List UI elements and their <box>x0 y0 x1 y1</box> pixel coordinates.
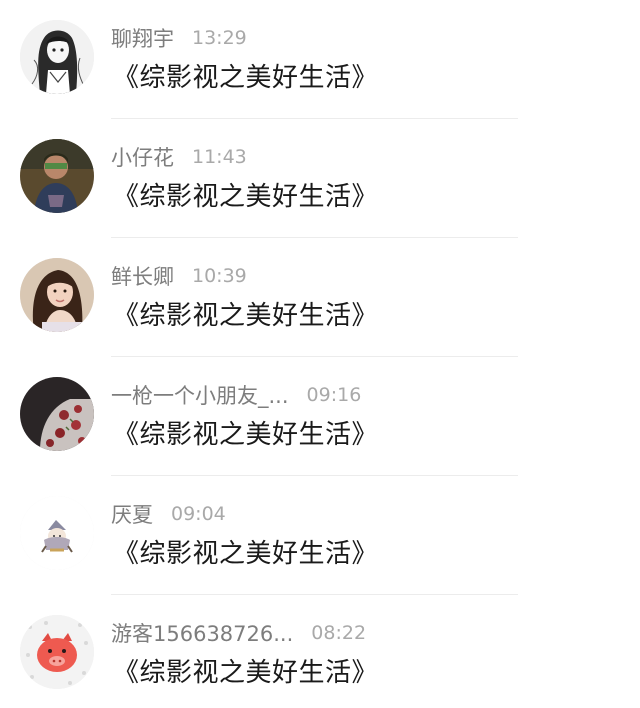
timestamp: 09:04 <box>171 503 226 525</box>
list-item[interactable]: 厌夏 09:04 《综影视之美好生活》 <box>0 476 640 595</box>
girl-portrait-icon <box>20 258 94 332</box>
item-header: 游客156638726... 08:22 <box>111 619 366 647</box>
timestamp: 09:16 <box>306 384 362 406</box>
timestamp: 10:39 <box>192 265 247 287</box>
item-header: 鲜长卿 10:39 <box>111 262 247 290</box>
avatar[interactable] <box>20 258 94 332</box>
avatar[interactable] <box>20 139 94 213</box>
anime-girl-avatar-icon <box>20 20 94 94</box>
list-item[interactable]: 游客156638726... 08:22 《综影视之美好生活》 <box>0 595 640 708</box>
cartoon-character-icon <box>20 496 94 570</box>
message-text: 《综影视之美好生活》 <box>113 182 379 212</box>
message-list: 聊翔宇 13:29 《综影视之美好生活》 小仔花 11:43 《综影视之美好生活… <box>0 0 640 708</box>
avatar[interactable] <box>20 377 94 451</box>
item-header: 一枪一个小朋友_... 09:16 <box>111 381 361 409</box>
timestamp: 08:22 <box>311 622 367 644</box>
message-text: 《综影视之美好生活》 <box>113 63 379 93</box>
timestamp: 13:29 <box>192 27 247 49</box>
item-header: 厌夏 09:04 <box>111 500 226 528</box>
floral-photo-icon <box>20 377 94 451</box>
message-text: 《综影视之美好生活》 <box>113 420 379 450</box>
list-item[interactable]: 一枪一个小朋友_... 09:16 《综影视之美好生活》 <box>0 357 640 476</box>
message-text: 《综影视之美好生活》 <box>113 658 379 688</box>
timestamp: 11:43 <box>192 146 247 168</box>
message-text: 《综影视之美好生活》 <box>113 539 379 569</box>
avatar[interactable] <box>20 496 94 570</box>
list-item[interactable]: 小仔花 11:43 《综影视之美好生活》 <box>0 119 640 238</box>
sender-name: 鲜长卿 <box>111 265 174 289</box>
pink-pig-icon <box>20 615 94 689</box>
avatar[interactable] <box>20 615 94 689</box>
list-item[interactable]: 聊翔宇 13:29 《综影视之美好生活》 <box>0 0 640 119</box>
sender-name: 厌夏 <box>111 503 153 527</box>
item-header: 聊翔宇 13:29 <box>111 24 247 52</box>
item-header: 小仔花 11:43 <box>111 143 247 171</box>
person-photo-icon <box>20 139 94 213</box>
avatar[interactable] <box>20 20 94 94</box>
list-item[interactable]: 鲜长卿 10:39 《综影视之美好生活》 <box>0 238 640 357</box>
message-text: 《综影视之美好生活》 <box>113 301 379 331</box>
sender-name: 一枪一个小朋友_... <box>111 384 289 408</box>
sender-name: 聊翔宇 <box>111 27 174 51</box>
sender-name: 游客156638726... <box>111 622 294 646</box>
sender-name: 小仔花 <box>111 146 174 170</box>
